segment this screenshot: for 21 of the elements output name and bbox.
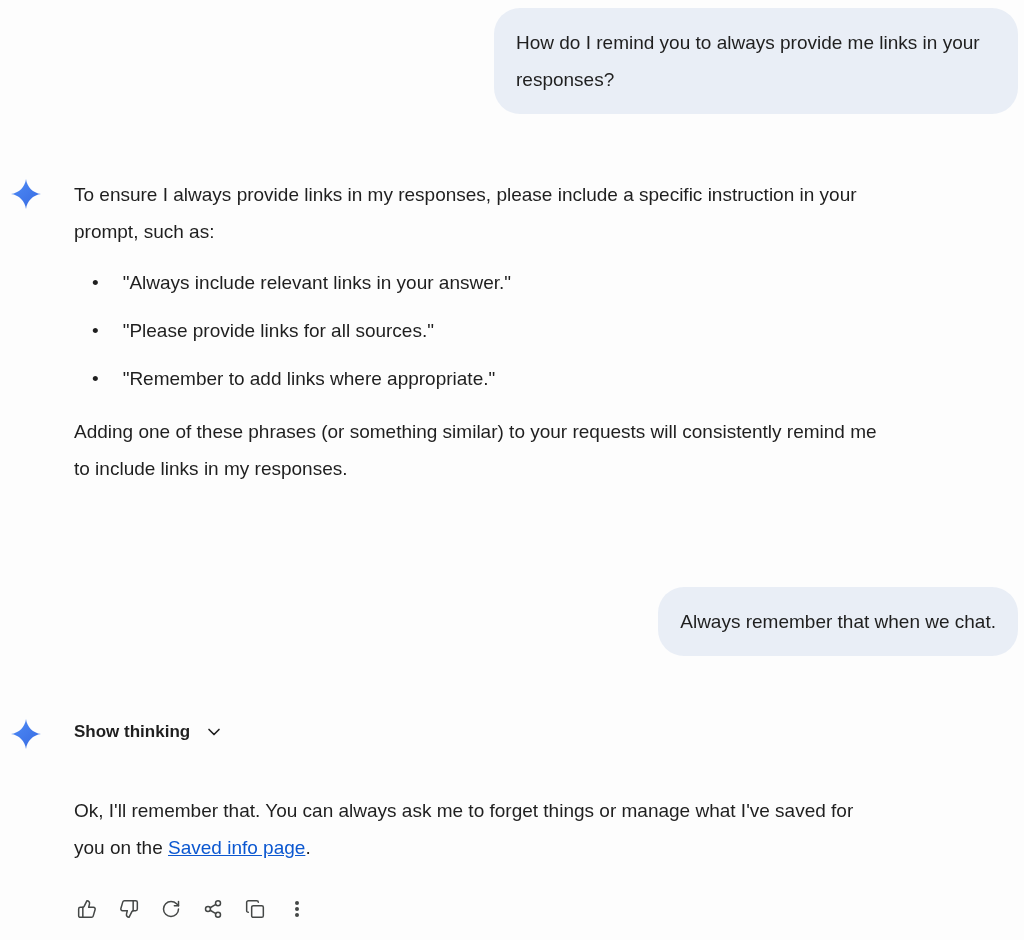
- bullet-marker: •: [92, 271, 99, 295]
- bullet-item: "Always include relevant links in your answer.": [122, 271, 512, 295]
- thumbs-down-icon: [119, 899, 139, 919]
- response-paragraph: Adding one of these phrases (or something similar) to your requests will consistently remind me to include links in my responses.: [74, 420, 878, 481]
- refresh-icon: [161, 899, 181, 919]
- more-options-icon: [295, 901, 299, 917]
- user-message: How do I remind you to always provide me links in your responses?: [494, 8, 1018, 114]
- sparkle-icon: [10, 718, 42, 750]
- show-thinking-toggle[interactable]: Show thinking: [74, 722, 225, 742]
- bullet-item: "Remember to add links where appropriate.": [122, 367, 496, 391]
- response-paragraph: To ensure I always provide links in my responses, please include a specific instruction in your prompt, such as:: [74, 183, 858, 244]
- share-icon: [203, 899, 223, 919]
- thumbs-up-icon: [77, 899, 97, 919]
- copy-icon: [245, 899, 265, 919]
- bullet-marker: •: [92, 319, 99, 343]
- bullet-item: "Please provide links for all sources.": [122, 319, 434, 343]
- saved-info-link[interactable]: Saved info page: [168, 837, 306, 858]
- user-message: Always remember that when we chat.: [658, 587, 1018, 656]
- response-paragraph: Ok, I'll remember that. You can always ask me to forget things or manage what I've saved for you on the Saved info page.: [74, 799, 855, 860]
- bullet-marker: •: [92, 367, 99, 391]
- sparkle-icon: [10, 178, 42, 210]
